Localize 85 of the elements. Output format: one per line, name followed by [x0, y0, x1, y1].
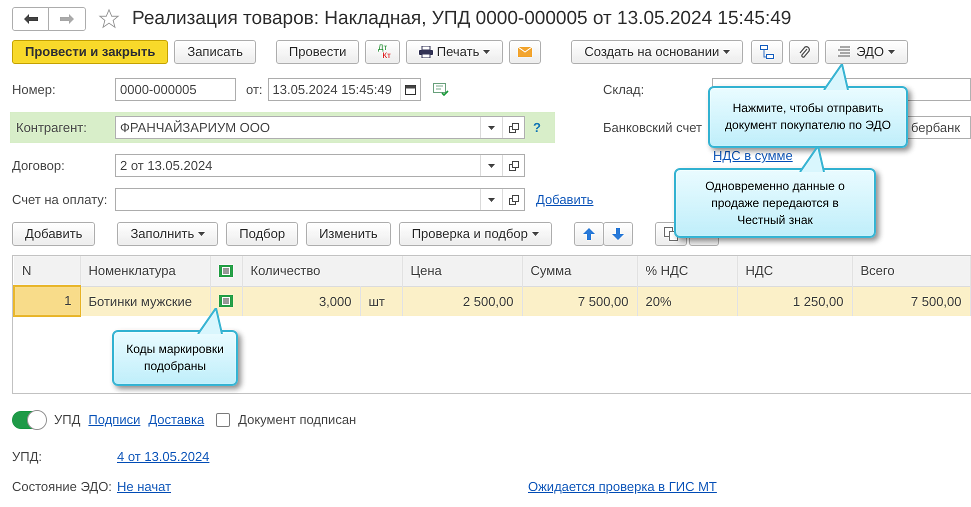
- caret-icon: [532, 232, 539, 236]
- barcode-icon: [219, 295, 233, 308]
- star-icon[interactable]: [98, 8, 120, 30]
- mail-button[interactable]: [509, 40, 542, 64]
- caret-icon: [723, 50, 730, 54]
- field-label: УПД:: [12, 448, 44, 466]
- toggle-label: УПД: [54, 411, 80, 430]
- upd-toggle[interactable]: [12, 411, 46, 429]
- column-header[interactable]: Количество: [242, 256, 402, 286]
- window-title: Реализация товаров: Накладная, УПД 0000-000005 от 13.05.2024 15:45:49: [132, 6, 792, 31]
- move-down-button[interactable]: [602, 222, 633, 246]
- column-header[interactable]: Всего: [852, 256, 970, 286]
- menu-button[interactable]: Создать на основании: [571, 40, 744, 64]
- caret-icon: [198, 232, 206, 236]
- move-up-button[interactable]: [574, 222, 604, 246]
- toolbar-button[interactable]: Изменить: [306, 222, 391, 246]
- field-label: Номер:: [12, 80, 57, 99]
- printer-icon: [418, 46, 433, 58]
- column-header[interactable]: Сумма: [522, 256, 637, 286]
- table-row[interactable]: 1 Ботинки мужские 3,000 шт 2 500,00 7 500,00 20% 1 250,00 7 500,00: [14, 286, 970, 316]
- date-field[interactable]: 13.05.2024 15:45:49: [268, 78, 421, 101]
- toolbar-button[interactable]: Провести: [276, 40, 360, 64]
- open-icon: [508, 160, 518, 170]
- document-list-icon: [838, 46, 852, 58]
- field-label: Состояние ЭДО:: [12, 478, 113, 496]
- invoice-field[interactable]: [115, 188, 525, 211]
- open-icon: [508, 122, 518, 132]
- field-label: Банковский счет: [603, 118, 703, 137]
- dt-kt-button[interactable]: Дт Кт: [365, 40, 400, 64]
- table-cell: 7 500,00: [852, 286, 970, 316]
- caret-icon: [888, 50, 896, 54]
- callout-pointer: [822, 64, 850, 90]
- calendar-icon: [404, 84, 416, 95]
- barcode-icon: [219, 264, 233, 277]
- check-status-link[interactable]: Ожидается проверка в ГИС МТ: [528, 476, 717, 496]
- caret-icon: [488, 198, 495, 202]
- add-link[interactable]: Добавить: [536, 190, 594, 210]
- post-and-close-button[interactable]: Провести и закрыть: [12, 40, 168, 64]
- caret-icon: [488, 164, 495, 168]
- contract-field[interactable]: 2 от 13.05.2024: [115, 154, 525, 177]
- column-header[interactable]: Цена: [402, 256, 522, 286]
- menu-button[interactable]: Заполнить: [117, 222, 218, 246]
- right-arrow-icon: [60, 14, 74, 24]
- signed-checkbox[interactable]: [216, 413, 230, 427]
- table-cell: шт: [360, 286, 402, 316]
- structure-button[interactable]: [751, 40, 784, 64]
- field-label: Контрагент:: [16, 118, 88, 137]
- menu-button[interactable]: Проверка и подбор: [398, 222, 552, 246]
- print-button[interactable]: Печать: [406, 40, 504, 64]
- edo-button[interactable]: ЭДО: [825, 40, 908, 64]
- toolbar-button[interactable]: Записать: [174, 40, 256, 64]
- upd-link[interactable]: 4 от 13.05.2024: [117, 447, 210, 466]
- field-label: от:: [246, 80, 263, 99]
- footer-link[interactable]: Доставка: [148, 410, 204, 430]
- open-icon: [508, 194, 518, 204]
- table-cell: 2 500,00: [402, 286, 522, 316]
- toolbar-button[interactable]: Добавить: [12, 222, 96, 246]
- caret-icon: [483, 50, 490, 54]
- column-header[interactable]: НДС: [737, 256, 852, 286]
- table-cell: 3,000: [242, 286, 360, 316]
- footer-link[interactable]: Подписи: [88, 410, 140, 430]
- envelope-icon: [518, 47, 532, 57]
- left-arrow-icon: [24, 14, 38, 24]
- field-label: Счет на оплату:: [12, 190, 108, 209]
- attach-button[interactable]: [789, 40, 820, 64]
- callout-pointer: [196, 308, 224, 334]
- toolbar-button[interactable]: Подбор: [226, 222, 298, 246]
- table-cell: 20%: [637, 286, 737, 316]
- field-label: Склад:: [603, 80, 646, 99]
- number-field[interactable]: 0000-000005: [115, 78, 236, 101]
- table-cell: 1: [14, 286, 80, 316]
- hierarchy-icon: [760, 45, 774, 59]
- counterparty-field[interactable]: ФРАНЧАЙЗАРИУМ ООО: [115, 116, 525, 139]
- caret-icon: [488, 126, 495, 130]
- checkbox-label: Документ подписан: [238, 411, 356, 430]
- column-header[interactable]: % НДС: [637, 256, 737, 286]
- table-cell: 1 250,00: [737, 286, 852, 316]
- field-label: Договор:: [12, 156, 66, 175]
- table-cell: 7 500,00: [522, 286, 637, 316]
- edo-state-link[interactable]: Не начат: [117, 476, 528, 496]
- down-arrow-icon: [612, 228, 624, 240]
- document-check-icon: [432, 83, 449, 96]
- paperclip-icon: [798, 45, 810, 59]
- up-arrow-icon: [582, 228, 595, 240]
- help-button[interactable]: ?: [533, 118, 541, 138]
